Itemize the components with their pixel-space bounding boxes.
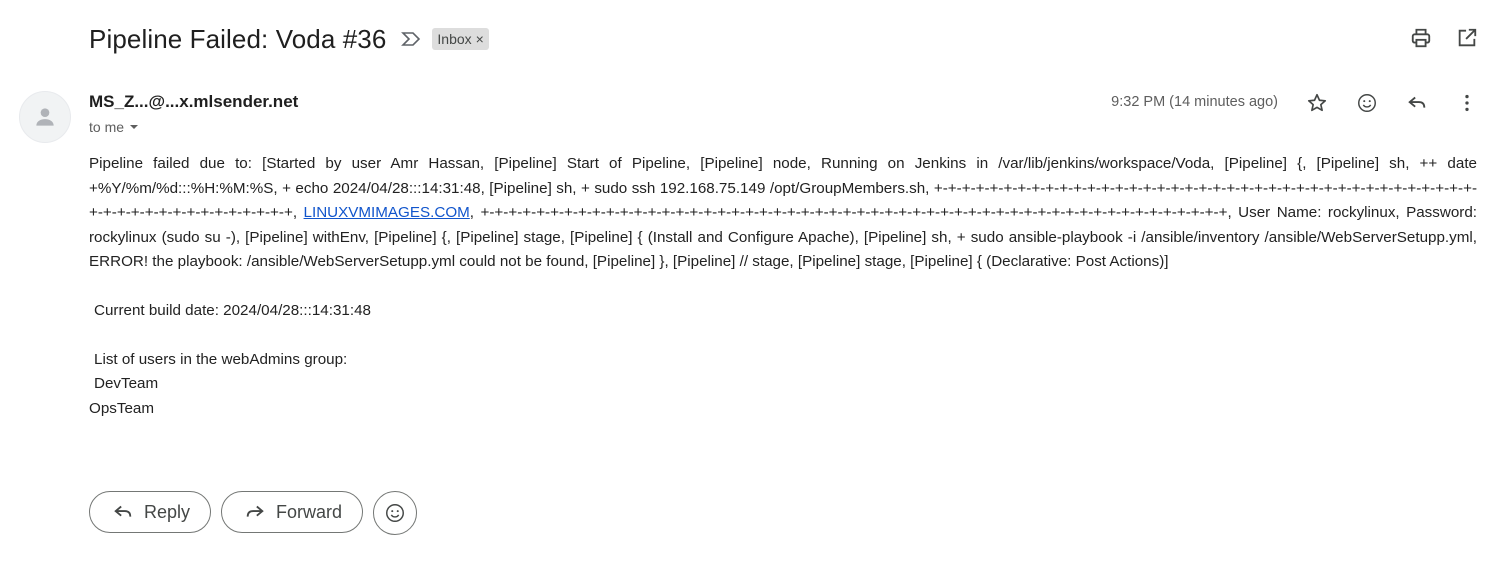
linuxvmimages-link[interactable]: LINUXVMIMAGES.COM: [304, 204, 470, 221]
person-icon: [36, 108, 54, 126]
emoji-reaction-icon[interactable]: [1355, 91, 1379, 115]
star-icon[interactable]: [1305, 91, 1329, 115]
email-body: Pipeline failed due to: [Started by user…: [89, 152, 1477, 421]
remove-label-icon[interactable]: ×: [476, 30, 484, 48]
message-actions: [1305, 91, 1479, 115]
emoji-reaction-button[interactable]: [373, 491, 418, 535]
inbox-label-chip[interactable]: Inbox ×: [432, 28, 489, 50]
open-in-new-window-icon[interactable]: [1455, 26, 1479, 50]
label-name: Inbox: [437, 31, 472, 47]
user-item: OpsTeam: [89, 399, 154, 417]
recipient-label: to me: [89, 119, 125, 135]
chevron-down-icon: [130, 125, 139, 129]
reply-actions: Reply Forward: [89, 491, 418, 535]
user-item: DevTeam: [94, 375, 159, 393]
recipient-details-toggle[interactable]: to me: [89, 119, 140, 135]
reply-arrow-icon: [114, 505, 132, 517]
print-icon[interactable]: [1409, 26, 1433, 50]
reply-icon[interactable]: [1405, 91, 1429, 115]
sender-avatar[interactable]: [19, 91, 71, 143]
build-date-line: Current build date: 2024/04/28:::14:31:4…: [94, 301, 371, 319]
pipeline-log-paragraph: Pipeline failed due to: [Started by user…: [89, 152, 1477, 275]
forward-label: Forward: [276, 501, 343, 522]
thread-actions: [1409, 26, 1479, 50]
forward-button[interactable]: Forward: [221, 491, 364, 533]
reply-label: Reply: [144, 501, 191, 522]
message-timestamp: 9:32 PM (14 minutes ago): [1111, 94, 1278, 110]
sender-name[interactable]: MS_Z...@...x.mlsender.net: [89, 92, 298, 112]
email-subject: Pipeline Failed: Voda #36: [89, 23, 387, 54]
reply-button[interactable]: Reply: [89, 491, 212, 533]
more-vert-icon[interactable]: [1455, 91, 1479, 115]
importance-marker-icon[interactable]: [400, 28, 422, 50]
subject-row: Pipeline Failed: Voda #36 Inbox ×: [89, 20, 489, 58]
emoji-icon: [386, 504, 405, 522]
forward-arrow-icon: [246, 505, 264, 517]
users-heading: List of users in the webAdmins group:: [94, 350, 348, 368]
